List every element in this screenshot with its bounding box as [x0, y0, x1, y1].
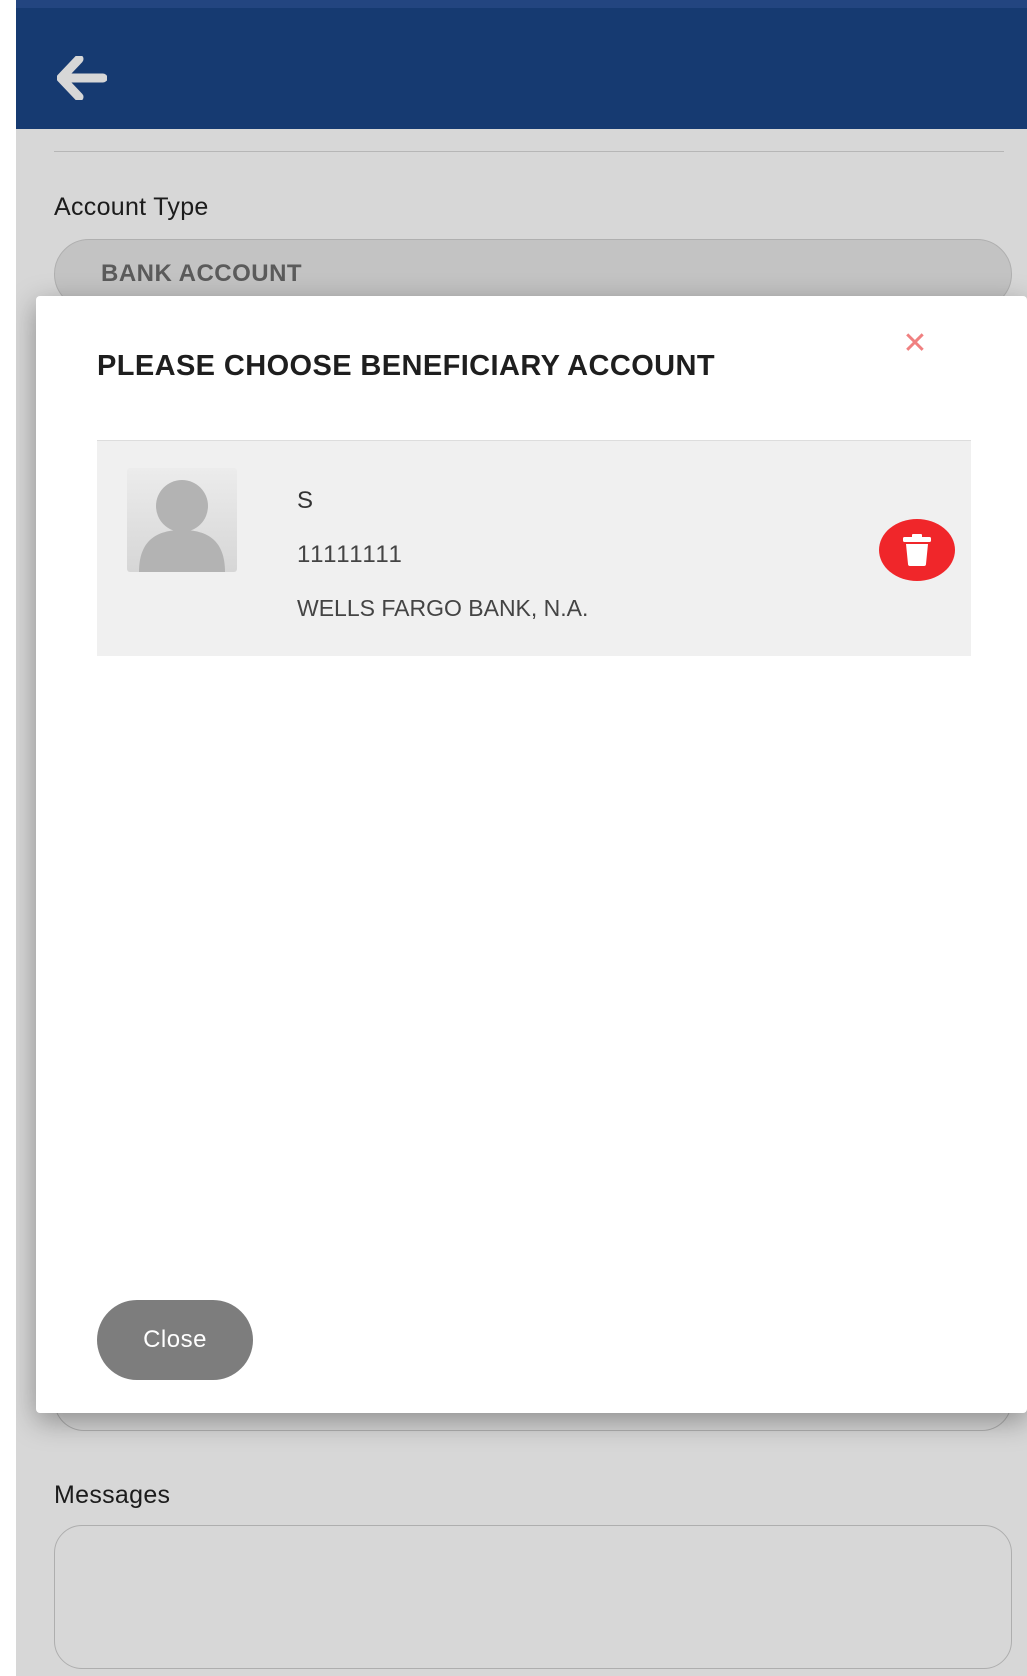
delete-beneficiary-button[interactable] [879, 519, 955, 581]
beneficiary-item[interactable]: S 11111111 WELLS FARGO BANK, N.A. [97, 440, 971, 656]
app-screen: Account Type BANK ACCOUNT Messages PLEAS… [16, 0, 1027, 1676]
trash-icon [903, 534, 931, 566]
beneficiary-bank-name: WELLS FARGO BANK, N.A. [297, 595, 589, 621]
beneficiary-modal: PLEASE CHOOSE BENEFICIARY ACCOUNT ✕ S 11… [36, 296, 1027, 1413]
modal-title: PLEASE CHOOSE BENEFICIARY ACCOUNT [97, 350, 715, 382]
beneficiary-account-number: 11111111 [297, 541, 404, 568]
close-button[interactable]: Close [97, 1300, 253, 1380]
close-icon[interactable]: ✕ [898, 326, 932, 360]
beneficiary-name: S [297, 487, 314, 514]
user-avatar-icon [127, 468, 237, 572]
